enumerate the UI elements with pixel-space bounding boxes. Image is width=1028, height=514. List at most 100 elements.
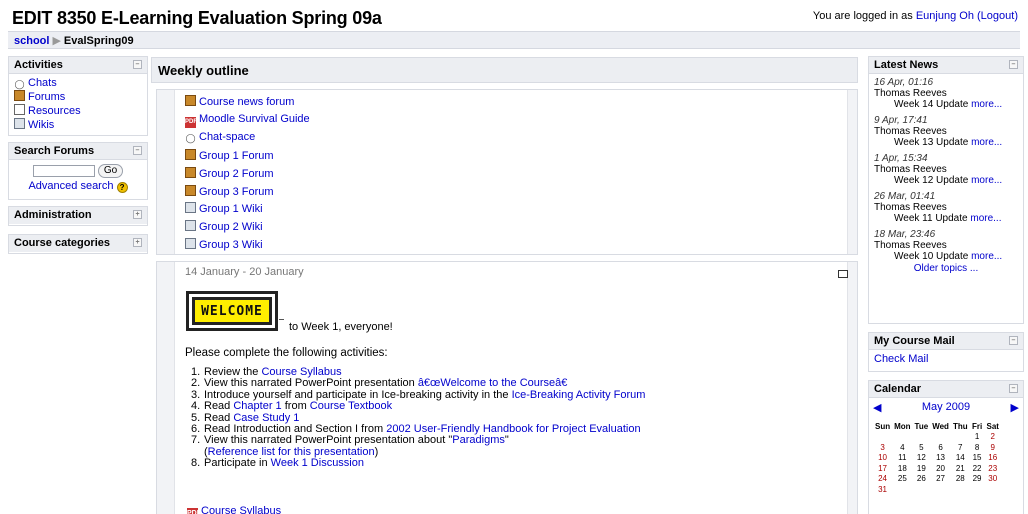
course-activity-link[interactable]: Chat-space: [199, 131, 255, 143]
news-author: Thomas Reeves: [874, 164, 947, 175]
calendar-day[interactable]: 27: [930, 474, 951, 485]
collapse-icon[interactable]: –: [1009, 336, 1018, 345]
user-profile-link[interactable]: Eunjung Oh: [916, 10, 974, 22]
calendar-day[interactable]: 22: [970, 464, 985, 475]
calendar-day[interactable]: 16: [985, 453, 1001, 464]
task-link[interactable]: Case Study 1: [233, 412, 299, 424]
course-activity-link[interactable]: Group 1 Forum: [199, 150, 274, 162]
administration-block-header[interactable]: Administration +: [9, 207, 147, 224]
calendar-day[interactable]: 8: [970, 443, 985, 454]
task-link[interactable]: Course Textbook: [310, 400, 392, 412]
calendar-day[interactable]: 17: [873, 464, 892, 475]
expand-icon[interactable]: +: [133, 210, 142, 219]
task-link[interactable]: Ice-Breaking Activity Forum: [512, 389, 646, 401]
calendar-day[interactable]: 28: [951, 474, 970, 485]
course-categories-block-header[interactable]: Course categories +: [9, 235, 147, 252]
course-activity[interactable]: Group 3 Wiki: [185, 238, 263, 252]
course-activity[interactable]: Group 1 Forum: [185, 148, 274, 163]
course-activity[interactable]: Group 1 Wiki: [185, 202, 263, 216]
news-more-link[interactable]: more...: [971, 251, 1002, 262]
calendar-day[interactable]: 3: [873, 443, 892, 454]
course-syllabus-resource[interactable]: PDFCourse Syllabus: [187, 505, 281, 514]
course-activity[interactable]: PDF Moodle Survival Guide: [185, 113, 310, 128]
course-activity[interactable]: Course news forum: [185, 95, 294, 109]
news-more-link[interactable]: more...: [970, 213, 1001, 224]
course-syllabus-resource-link[interactable]: Course Syllabus: [201, 505, 281, 514]
expand-icon[interactable]: +: [133, 238, 142, 247]
advanced-search-link[interactable]: Advanced search: [28, 180, 113, 192]
older-topics-link[interactable]: Older topics ...: [914, 263, 978, 274]
help-icon[interactable]: ?: [116, 182, 128, 193]
collapse-icon[interactable]: –: [133, 60, 142, 69]
course-activity[interactable]: Group 2 Forum: [185, 166, 274, 181]
calendar-day[interactable]: 6: [930, 443, 951, 454]
course-activity-link[interactable]: Group 3 Forum: [199, 186, 274, 198]
course-activity-link[interactable]: Group 1 Wiki: [199, 203, 263, 215]
next-month-arrow-icon[interactable]: ▶: [1011, 401, 1019, 414]
calendar-day[interactable]: 30: [985, 474, 1001, 485]
week-date-range: 14 January - 20 January: [185, 266, 304, 278]
calendar-day[interactable]: 9: [985, 443, 1001, 454]
task-link[interactable]: Course Syllabus: [261, 366, 341, 378]
task-link[interactable]: Paradigms: [452, 434, 505, 446]
calendar-day[interactable]: 29: [970, 474, 985, 485]
activity-type-label[interactable]: Wikis: [28, 119, 54, 131]
activity-type-forums[interactable]: Forums: [14, 90, 142, 104]
calendar-day[interactable]: 7: [951, 443, 970, 454]
course-activity-link[interactable]: Group 2 Wiki: [199, 221, 263, 233]
course-activity[interactable]: Group 2 Wiki: [185, 220, 263, 234]
calendar-day[interactable]: 4: [892, 443, 912, 454]
calendar-month-label[interactable]: May 2009: [869, 401, 1023, 413]
calendar-day[interactable]: 2: [985, 432, 1001, 443]
course-activity[interactable]: Group 3 Forum: [185, 184, 274, 199]
activity-type-label[interactable]: Resources: [28, 105, 81, 117]
activity-type-chats[interactable]: ◯ Chats: [14, 77, 142, 90]
calendar-day: [985, 485, 1001, 496]
calendar-day[interactable]: 12: [913, 453, 931, 464]
collapse-icon[interactable]: –: [1009, 60, 1018, 69]
calendar-day[interactable]: 19: [913, 464, 931, 475]
activity-type-label[interactable]: Forums: [28, 91, 65, 103]
calendar-day[interactable]: 14: [951, 453, 970, 464]
calendar-day[interactable]: 21: [951, 464, 970, 475]
task-link[interactable]: Reference list for this presentation: [208, 446, 375, 458]
calendar-day[interactable]: 1: [970, 432, 985, 443]
collapse-icon[interactable]: –: [133, 146, 142, 155]
collapse-icon[interactable]: –: [1009, 384, 1018, 393]
calendar-day[interactable]: 11: [892, 453, 912, 464]
calendar-day[interactable]: 13: [930, 453, 951, 464]
check-mail-link[interactable]: Check Mail: [874, 353, 928, 365]
news-more-link[interactable]: more...: [971, 137, 1002, 148]
task-link[interactable]: Chapter 1: [233, 400, 281, 412]
calendar-day[interactable]: 25: [892, 474, 912, 485]
calendar-day[interactable]: 10: [873, 453, 892, 464]
course-activity-link[interactable]: Course news forum: [199, 96, 294, 108]
calendar-day[interactable]: 18: [892, 464, 912, 475]
search-go-button[interactable]: Go: [97, 164, 124, 178]
course-activity[interactable]: ◯ Chat-space: [185, 131, 255, 144]
calendar-day[interactable]: 5: [913, 443, 931, 454]
activity-type-wikis[interactable]: Wikis: [14, 118, 142, 132]
calendar-day[interactable]: 26: [913, 474, 931, 485]
search-forums-input[interactable]: [32, 165, 95, 177]
calendar-day[interactable]: 20: [930, 464, 951, 475]
calendar-day[interactable]: 23: [985, 464, 1001, 475]
calendar-day[interactable]: 24: [873, 474, 892, 485]
calendar-week-row: 31: [873, 485, 1001, 496]
task-link[interactable]: Week 1 Discussion: [271, 457, 364, 469]
calendar-day[interactable]: 15: [970, 453, 985, 464]
breadcrumb-home-link[interactable]: school: [14, 35, 49, 47]
news-more-link[interactable]: more...: [971, 99, 1002, 110]
course-activity-link[interactable]: Moodle Survival Guide: [199, 113, 310, 125]
course-activity-link[interactable]: Group 2 Forum: [199, 168, 274, 180]
activity-type-label[interactable]: Chats: [28, 77, 57, 89]
calendar-day[interactable]: 31: [873, 485, 892, 496]
news-more-link[interactable]: more...: [971, 175, 1002, 186]
course-activity-link[interactable]: Group 3 Wiki: [199, 239, 263, 251]
task-link[interactable]: 2002 User-Friendly Handbook for Project …: [386, 423, 640, 435]
news-entry: 18 Mar, 23:46 Thomas Reeves Week 10 Update…: [874, 229, 1018, 262]
task-link[interactable]: â€œWelcome to the Courseâ€: [418, 377, 568, 389]
activity-type-resources[interactable]: Resources: [14, 104, 142, 118]
show-only-this-week-icon[interactable]: [838, 270, 848, 278]
logout-link[interactable]: (Logout): [977, 10, 1018, 22]
